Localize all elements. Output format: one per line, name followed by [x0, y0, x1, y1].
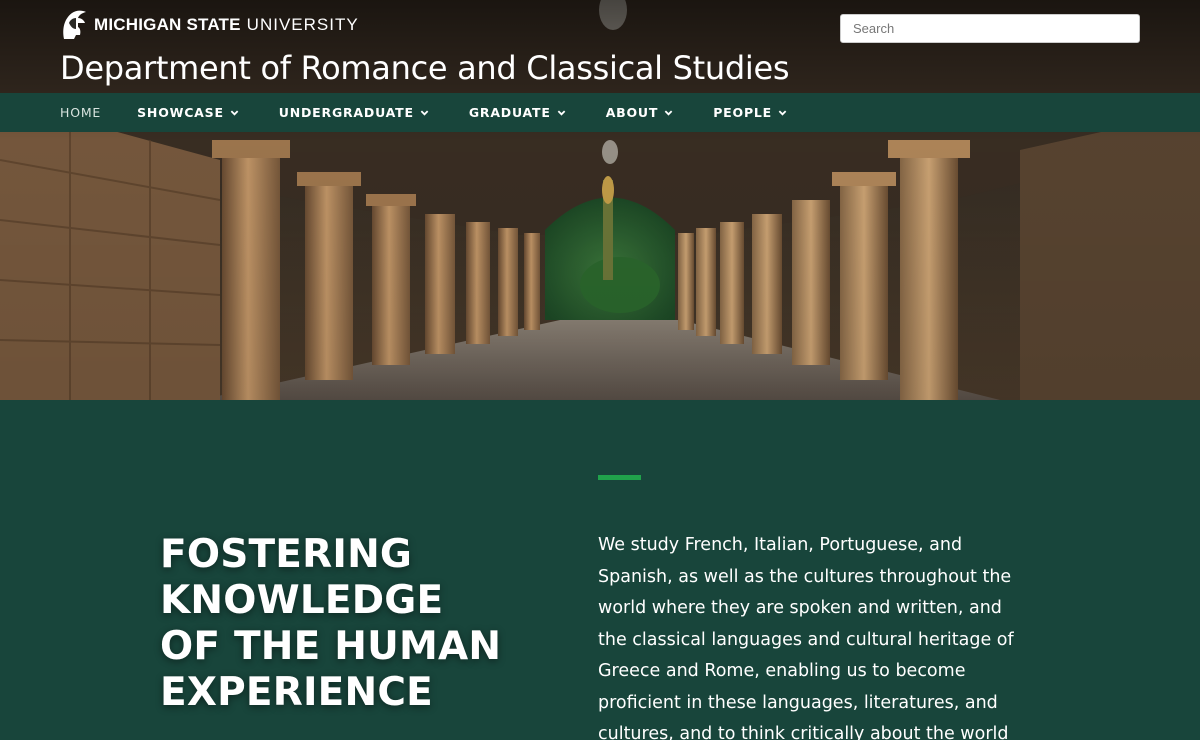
- accent-divider: [598, 475, 641, 480]
- msu-logo-link[interactable]: MICHIGAN STATE UNIVERSITY: [60, 8, 359, 42]
- chevron-down-icon: [778, 110, 787, 116]
- intro-paragraph: We study French, Italian, Portuguese, an…: [598, 535, 1014, 740]
- chevron-down-icon: [557, 110, 565, 116]
- nav-item-graduate[interactable]: GRADUATE: [469, 105, 566, 120]
- main-nav: HOME SHOWCASE UNDERGRADUATE GRADUATE ABO…: [0, 93, 1200, 132]
- university-name-light: UNIVERSITY: [246, 15, 359, 34]
- site-title[interactable]: Department of Romance and Classical Stud…: [60, 48, 790, 88]
- headline-line: OF THE HUMAN: [160, 624, 502, 669]
- nav-item-label: GRADUATE: [468, 105, 551, 120]
- university-name-bold: MICHIGAN STATE: [94, 15, 241, 34]
- spartan-helmet-icon: [63, 10, 86, 39]
- chevron-down-icon: [664, 110, 673, 116]
- nav-item-showcase[interactable]: SHOWCASE: [137, 105, 239, 120]
- chevron-down-icon: [230, 110, 239, 116]
- chevron-down-icon: [420, 110, 429, 116]
- nav-item-label: ABOUT: [605, 105, 659, 120]
- site-header: MICHIGAN STATE UNIVERSITY Department of …: [0, 0, 1200, 93]
- nav-item-undergraduate[interactable]: UNDERGRADUATE: [279, 105, 429, 120]
- nav-item-label: SHOWCASE: [137, 105, 224, 120]
- nav-item-home[interactable]: HOME: [60, 105, 101, 120]
- nav-item-label: PEOPLE: [713, 105, 773, 120]
- nav-item-about[interactable]: ABOUT: [606, 105, 674, 120]
- page-headline: FOSTERING KNOWLEDGE OF THE HUMAN EXPERIE…: [160, 532, 540, 716]
- nav-item-label: UNDERGRADUATE: [278, 105, 414, 120]
- nav-item-people[interactable]: PEOPLE: [713, 105, 787, 120]
- intro-section: FOSTERING KNOWLEDGE OF THE HUMAN EXPERIE…: [0, 400, 1200, 740]
- search-input[interactable]: [840, 14, 1140, 43]
- nav-item-label: HOME: [60, 105, 102, 120]
- headline-line: EXPERIENCE: [160, 670, 434, 715]
- headline-line: KNOWLEDGE: [160, 578, 444, 623]
- headline-line: FOSTERING: [160, 532, 413, 577]
